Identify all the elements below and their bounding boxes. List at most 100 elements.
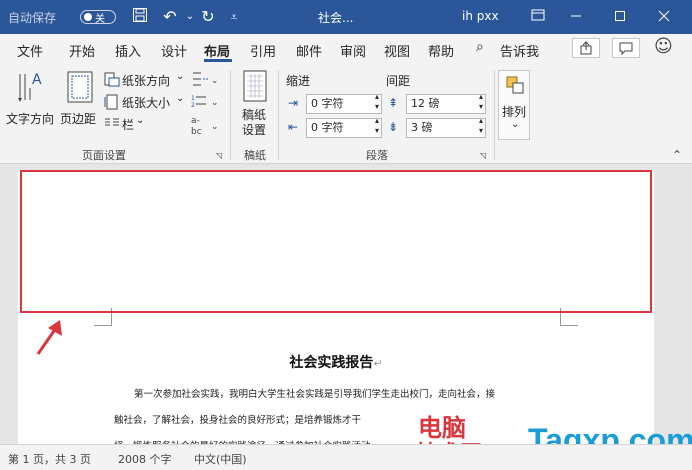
- paragraph-line-1[interactable]: 第一次参加社会实践，我明白大学生社会实践是引导我们学生走出校门，走向社会，接: [114, 386, 574, 400]
- arrange-icon: [506, 76, 524, 94]
- paragraph-line-2[interactable]: 触社会，了解社会，投身社会的良好形式；是培养锻炼才干: [114, 412, 414, 426]
- share-button[interactable]: [572, 38, 600, 58]
- vertical-scrollbar[interactable]: [666, 174, 684, 444]
- ribbon-display-options-icon[interactable]: [528, 7, 548, 27]
- minimize-icon[interactable]: [566, 7, 586, 27]
- spinner-arrows-icon[interactable]: ▴ ▾: [375, 92, 379, 112]
- indent-left-value: 0 字符: [311, 97, 344, 110]
- orientation-button[interactable]: 纸张方向 ⌄: [104, 70, 186, 90]
- group-label-manuscript: 稿纸: [244, 149, 266, 162]
- comments-button[interactable]: [612, 38, 640, 58]
- paragraph-mark-icon: ↵: [373, 357, 383, 370]
- page-count[interactable]: 第 1 页，共 3 页: [8, 451, 91, 467]
- svg-text:a-: a-: [191, 116, 200, 126]
- chevron-down-icon: ⌄: [511, 119, 520, 130]
- divider: [230, 70, 231, 160]
- comment-icon: [619, 42, 633, 56]
- undo-dropdown-icon[interactable]: ⌄: [180, 7, 200, 27]
- title-text: 社会实践报告: [289, 355, 374, 371]
- redo-icon[interactable]: ↻: [198, 7, 218, 27]
- margins-icon: [67, 71, 93, 103]
- tab-view[interactable]: 视图: [384, 41, 410, 60]
- indent-right-value: 0 字符: [311, 121, 344, 134]
- manuscript-setup-button[interactable]: 稿纸 设置: [236, 70, 276, 140]
- save-icon[interactable]: [130, 7, 150, 27]
- indent-left-icon: ⇥: [288, 96, 299, 110]
- space-before-field[interactable]: 12 磅 ▴ ▾: [406, 92, 486, 114]
- autosave-label: 自动保存: [8, 11, 57, 25]
- indent-right-field[interactable]: 0 字符 ▴ ▾: [306, 116, 382, 138]
- svg-text:1: 1: [191, 95, 195, 102]
- customize-toolbar-icon[interactable]: ⩡: [224, 7, 244, 27]
- tab-mailings[interactable]: 邮件: [296, 41, 322, 60]
- header-area-highlight: [20, 170, 652, 313]
- margins-label: 页边距: [60, 112, 97, 126]
- indent-right-icon: ⇤: [288, 120, 299, 134]
- document-title-text[interactable]: 社会实践报告↵: [18, 352, 654, 372]
- tab-insert[interactable]: 插入: [115, 41, 141, 60]
- smiley-feedback-icon[interactable]: ☺: [654, 36, 673, 57]
- line-numbers-icon: 12 ⌄: [191, 95, 219, 109]
- indent-left-field[interactable]: 0 字符 ▴ ▾: [306, 92, 382, 114]
- breaks-button[interactable]: ⌄: [190, 70, 224, 90]
- hyphenation-button[interactable]: a-bc ⌄: [190, 114, 224, 138]
- svg-text:⌄: ⌄: [211, 122, 219, 132]
- tell-me-search[interactable]: 告诉我: [500, 41, 539, 60]
- hyphenation-icon: a-bc ⌄: [191, 116, 219, 137]
- space-before-icon: ⇞: [388, 96, 399, 110]
- columns-button[interactable]: 栏 ⌄: [104, 114, 154, 134]
- toggle-state-label: 关: [95, 14, 105, 25]
- ribbon-tabs: 文件 开始 插入 设计 布局 引用 邮件 审阅 视图 帮助 ⌕ 告诉我 ☺: [0, 34, 692, 62]
- svg-text:bc: bc: [191, 127, 202, 136]
- language[interactable]: 中文(中国): [194, 451, 247, 467]
- arrange-button[interactable]: 排列 ⌄: [498, 70, 530, 140]
- dialog-launcher-icon[interactable]: ◹: [480, 151, 486, 160]
- share-icon: [580, 41, 592, 55]
- group-label-page-setup: 页面设置: [82, 149, 126, 162]
- collapse-ribbon-icon[interactable]: ⌃: [672, 148, 682, 162]
- group-label-paragraph: 段落: [366, 149, 388, 162]
- title-bar: 自动保存 关 ↶ ⌄ ↻ ⩡ 社会... ih pxx: [0, 0, 692, 34]
- divider: [278, 70, 279, 160]
- spinner-arrows-icon[interactable]: ▴ ▾: [479, 92, 483, 112]
- user-name[interactable]: ih pxx: [462, 9, 499, 23]
- tab-file[interactable]: 文件: [17, 41, 43, 60]
- spinner-arrows-icon[interactable]: ▴ ▾: [479, 116, 483, 136]
- svg-text:2: 2: [191, 102, 195, 109]
- margins-button[interactable]: 页边距: [60, 68, 100, 138]
- chevron-down-icon: ⌄: [176, 71, 185, 82]
- line-numbers-button[interactable]: 1 2 ⌄: [190, 92, 224, 112]
- word-count[interactable]: 2008 个字: [118, 451, 172, 467]
- spinner-arrows-icon[interactable]: ▴ ▾: [375, 116, 379, 136]
- space-before-value: 12 磅: [411, 97, 440, 110]
- manuscript-setup-label-2: 设置: [242, 123, 267, 137]
- tab-review[interactable]: 审阅: [340, 41, 366, 60]
- svg-text:⌄: ⌄: [211, 98, 219, 108]
- tab-references[interactable]: 引用: [250, 41, 276, 60]
- autosave-toggle[interactable]: 关: [80, 10, 116, 25]
- breaks-icon: ⌄: [193, 72, 219, 86]
- search-icon[interactable]: ⌕: [476, 39, 484, 55]
- space-after-value: 3 磅: [411, 121, 433, 134]
- maximize-icon[interactable]: [610, 7, 630, 27]
- tab-layout[interactable]: 布局: [204, 41, 230, 60]
- space-after-field[interactable]: 3 磅 ▴ ▾: [406, 116, 486, 138]
- tab-design[interactable]: 设计: [161, 41, 187, 60]
- orientation-icon: [104, 72, 120, 87]
- arrange-label: 排列: [502, 105, 527, 119]
- tab-home[interactable]: 开始: [69, 41, 95, 60]
- tab-help[interactable]: 帮助: [428, 41, 454, 60]
- size-label: 纸张大小: [122, 96, 171, 110]
- text-direction-icon: A: [18, 72, 42, 102]
- ribbon-layout: A 文字方向 页边距 纸张方向 ⌄ 纸张大小 ⌄ 栏 ⌄ ⌄ 1 2 ⌄ a-bc ⌄: [0, 62, 692, 164]
- close-icon[interactable]: [654, 7, 674, 27]
- dialog-launcher-icon[interactable]: ◹: [216, 151, 222, 160]
- orientation-label: 纸张方向: [122, 74, 171, 88]
- undo-icon[interactable]: ↶: [160, 7, 180, 27]
- space-after-icon: ⇟: [388, 120, 399, 134]
- svg-text:⌄: ⌄: [211, 76, 219, 86]
- text-direction-label: 文字方向: [6, 112, 55, 126]
- size-button[interactable]: 纸张大小 ⌄: [104, 92, 186, 112]
- text-direction-button[interactable]: A 文字方向: [6, 68, 58, 138]
- toggle-knob: [84, 13, 92, 21]
